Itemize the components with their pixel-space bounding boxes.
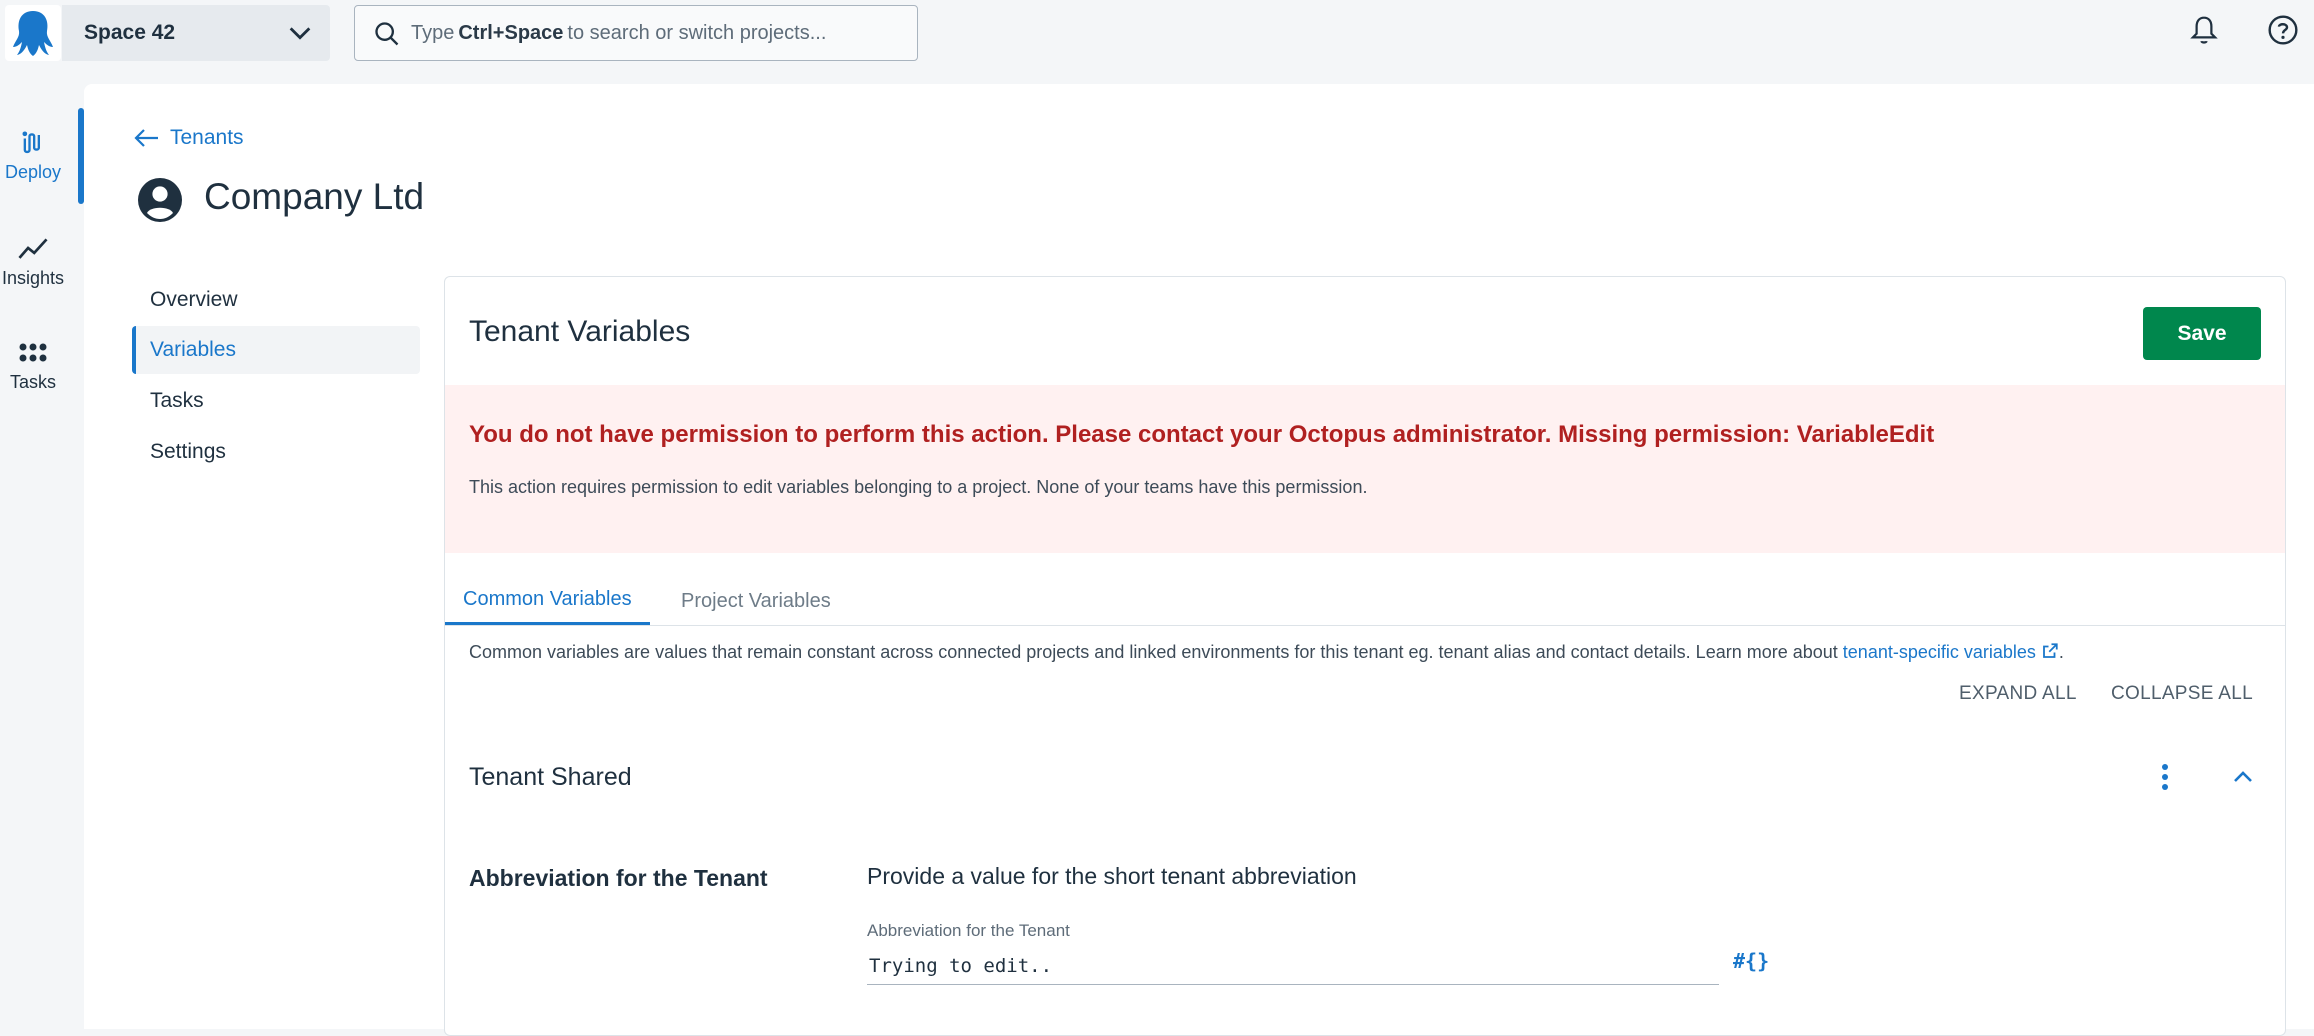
leftnav-item-insights[interactable]: Insights xyxy=(0,234,66,289)
alert-body: This action requires permission to edit … xyxy=(469,477,1368,497)
sidenav-label: Variables xyxy=(150,338,236,361)
section-collapse-button[interactable] xyxy=(2223,757,2263,797)
sidenav-item-variables[interactable]: Variables xyxy=(132,326,420,374)
leftnav-label-deploy: Deploy xyxy=(4,162,62,182)
card-title: Tenant Variables xyxy=(469,315,691,348)
variable-binding-button[interactable]: #{} xyxy=(1733,949,1769,973)
section-menu-button[interactable] xyxy=(2145,757,2185,797)
tab-common-variables[interactable]: Common Variables xyxy=(445,577,650,625)
abbreviation-input[interactable] xyxy=(867,947,1719,985)
search-placeholder-suffix: to search or switch projects... xyxy=(567,21,827,44)
search-input[interactable]: Type Ctrl+Space to search or switch proj… xyxy=(354,5,918,61)
back-link-label: Tenants xyxy=(170,126,244,149)
insights-icon xyxy=(18,238,48,259)
search-placeholder-prefix: Type xyxy=(411,21,455,44)
leftnav-label-tasks: Tasks xyxy=(9,372,56,392)
chevron-up-icon xyxy=(2234,771,2252,782)
sidenav-item-tasks[interactable]: Tasks xyxy=(132,377,420,425)
help-icon xyxy=(2268,15,2298,45)
chevron-down-icon xyxy=(289,27,311,40)
deploy-icon xyxy=(22,131,40,154)
leftnav-item-deploy[interactable]: Deploy xyxy=(0,128,66,183)
tab-description: Common variables are values that remain … xyxy=(469,642,2064,663)
collapse-all-button[interactable]: COLLAPSE ALL xyxy=(2111,683,2253,705)
alert-title: You do not have permission to perform th… xyxy=(469,421,1935,448)
help-button[interactable] xyxy=(2265,12,2301,48)
top-bar: Space 42 Type Ctrl+Space to search or sw… xyxy=(0,0,2314,80)
search-icon xyxy=(375,22,399,46)
tenant-avatar-icon xyxy=(138,178,182,222)
back-to-tenants-link[interactable]: Tenants xyxy=(134,126,244,150)
octopus-logo[interactable] xyxy=(5,5,61,61)
space-name: Space 42 xyxy=(84,21,176,44)
permission-error-alert: You do not have permission to perform th… xyxy=(445,385,2285,553)
link-label: tenant-specific variables xyxy=(1842,642,2036,662)
notifications-button[interactable] xyxy=(2186,12,2222,48)
variable-help-text: Provide a value for the short tenant abb… xyxy=(867,863,1357,889)
description-text: Common variables are values that remain … xyxy=(469,642,1838,662)
sidenav-label: Settings xyxy=(150,440,226,463)
bell-icon xyxy=(2190,16,2218,44)
search-shortcut: Ctrl+Space xyxy=(458,21,564,44)
leftnav-label-insights: Insights xyxy=(1,268,65,288)
description-end: . xyxy=(2058,642,2064,662)
save-button[interactable]: Save xyxy=(2143,307,2261,360)
field-label: Abbreviation for the Tenant xyxy=(867,921,1070,940)
arrow-left-icon xyxy=(134,129,158,147)
octopus-logo-icon xyxy=(13,11,53,56)
page-title: Company Ltd xyxy=(204,176,425,217)
sidenav-item-overview[interactable]: Overview xyxy=(132,276,420,324)
tabs-divider xyxy=(445,625,2285,626)
expand-all-button[interactable]: EXPAND ALL xyxy=(1959,683,2077,705)
section-title: Tenant Shared xyxy=(469,763,632,791)
space-switcher[interactable]: Space 42 xyxy=(62,5,330,61)
external-link-icon xyxy=(2043,643,2058,658)
variable-name: Abbreviation for the Tenant xyxy=(469,865,768,891)
leftnav-item-tasks[interactable]: Tasks xyxy=(0,342,66,393)
sidenav-item-settings[interactable]: Settings xyxy=(132,428,420,476)
sidenav-label: Tasks xyxy=(150,389,204,412)
tenant-specific-variables-link[interactable]: tenant-specific variables xyxy=(1843,642,2059,662)
tasks-icon xyxy=(19,343,47,362)
sidenav-label: Overview xyxy=(150,288,238,311)
more-vertical-icon xyxy=(2162,764,2168,790)
tab-project-variables[interactable]: Project Variables xyxy=(663,577,849,625)
tenant-variables-card: Tenant Variables Save You do not have pe… xyxy=(444,276,2286,1036)
